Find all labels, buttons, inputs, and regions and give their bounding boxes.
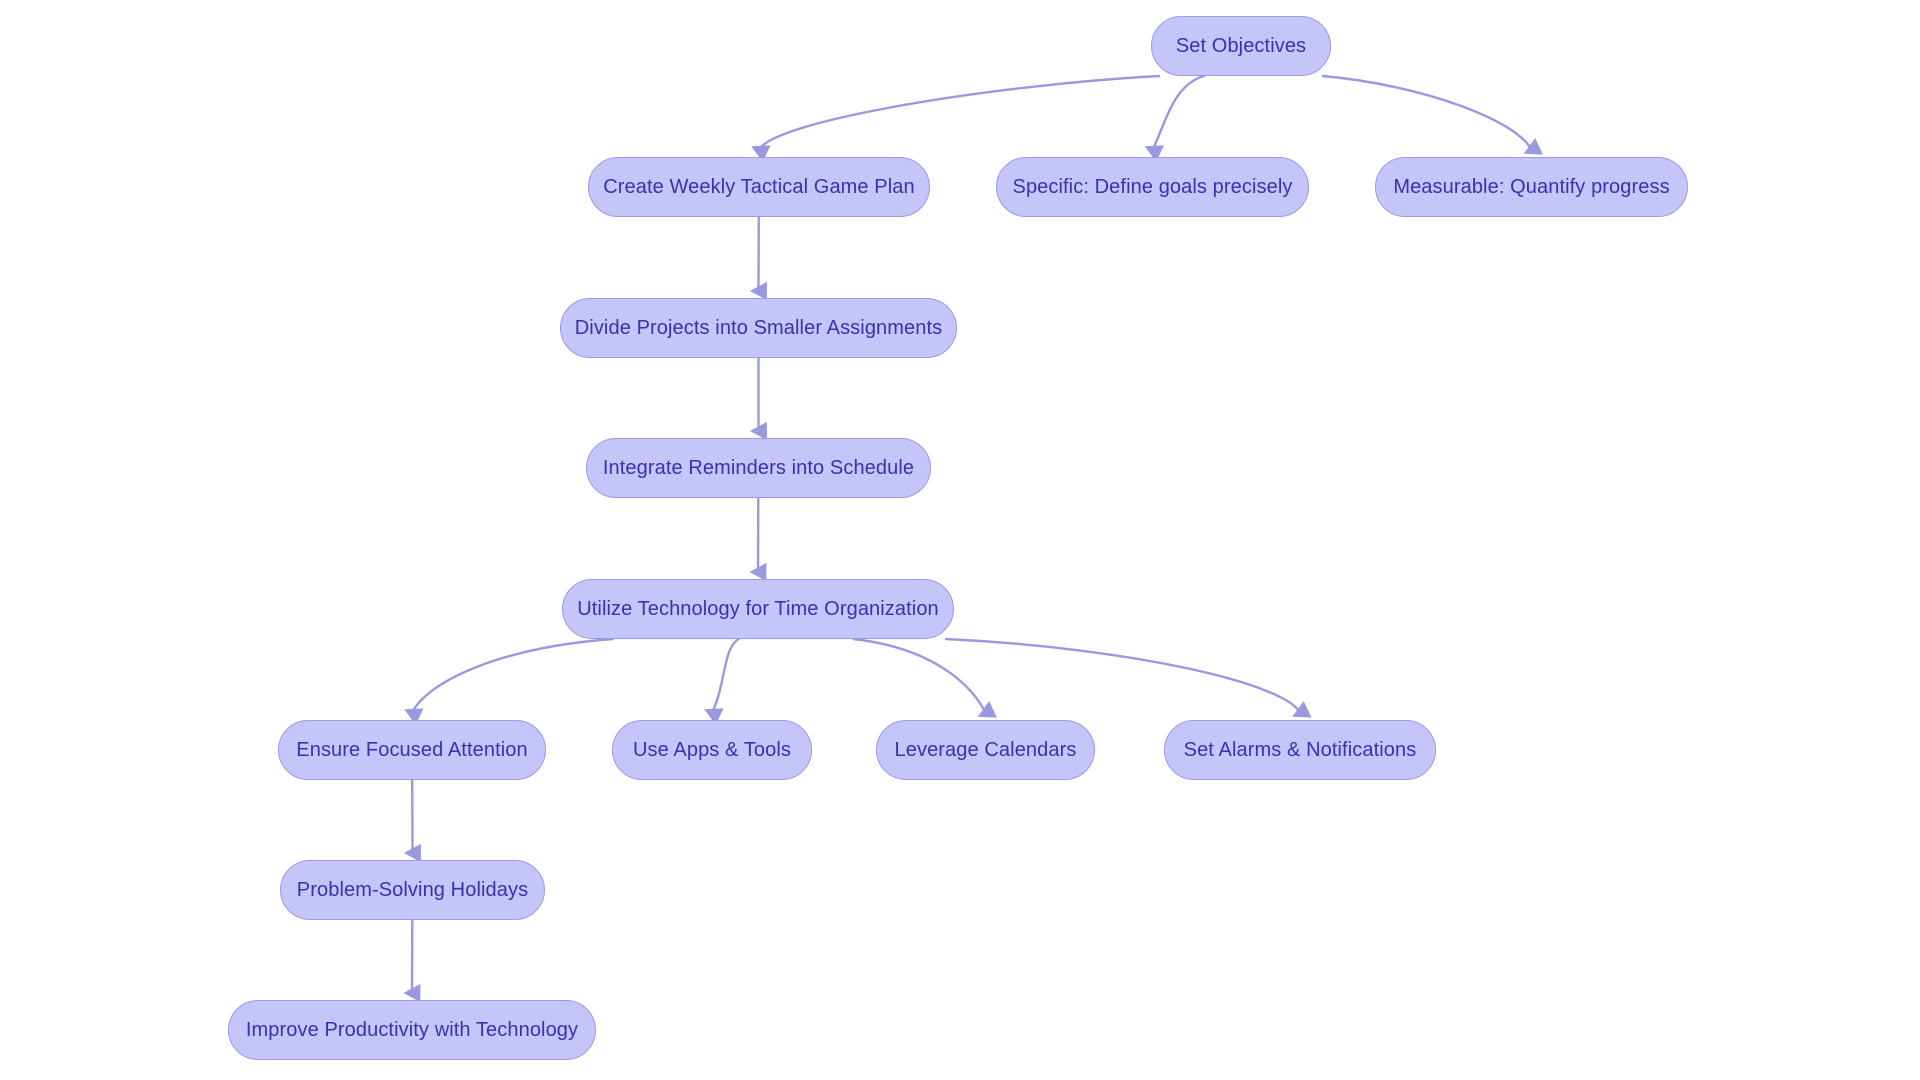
edge-set-objectives-to-measurable-quantify-progress [1321,74,1544,155]
node-label-improve-productivity-with-technology: Improve Productivity with Technology [245,1019,579,1041]
node-leverage-calendars[interactable]: Leverage Calendars [876,720,1095,780]
node-label-specific-define-goals-precisely: Specific: Define goals precisely [1012,176,1293,198]
node-label-set-alarms-and-notifications: Set Alarms & Notifications [1183,739,1417,761]
node-measurable-quantify-progress[interactable]: Measurable: Quantify progress [1375,157,1688,217]
node-create-weekly-tactical-game-plan[interactable]: Create Weekly Tactical Game Plan [588,157,930,217]
node-label-set-objectives: Set Objectives [1175,35,1307,57]
node-ensure-focused-attention[interactable]: Ensure Focused Attention [278,720,546,780]
node-integrate-reminders-into-schedule[interactable]: Integrate Reminders into Schedule [586,438,931,498]
node-label-integrate-reminders-into-schedule: Integrate Reminders into Schedule [602,457,915,479]
node-label-problem-solving-holidays: Problem-Solving Holidays [296,879,529,901]
node-use-apps-and-tools[interactable]: Use Apps & Tools [612,720,812,780]
node-specific-define-goals-precisely[interactable]: Specific: Define goals precisely [996,157,1309,217]
edge-utilize-technology-for-time-organization-to-leverage-calendars [852,637,997,718]
node-label-use-apps-and-tools: Use Apps & Tools [633,739,791,761]
node-set-objectives[interactable]: Set Objectives [1151,16,1331,76]
node-label-utilize-technology-for-time-organization: Utilize Technology for Time Organization [577,598,939,620]
node-label-ensure-focused-attention: Ensure Focused Attention [296,739,528,761]
edge-utilize-technology-for-time-organization-to-set-alarms-and-notifications [944,637,1312,718]
node-divide-projects-into-smaller-assignments[interactable]: Divide Projects into Smaller Assignments [560,298,957,358]
node-label-measurable-quantify-progress: Measurable: Quantify progress [1393,176,1670,198]
node-label-divide-projects-into-smaller-assignments: Divide Projects into Smaller Assignments [574,317,943,339]
node-improve-productivity-with-technology[interactable]: Improve Productivity with Technology [228,1000,596,1060]
flowchart-canvas: Set Objectives Create Weekly Tactical Gam… [0,0,1920,1080]
node-utilize-technology-for-time-organization[interactable]: Utilize Technology for Time Organization [562,579,954,639]
node-label-leverage-calendars: Leverage Calendars [894,739,1077,761]
edge-utilize-technology-for-time-organization-to-ensure-focused-attention [404,637,614,725]
edge-utilize-technology-for-time-organization-to-use-apps-and-tools [704,637,740,725]
node-label-create-weekly-tactical-game-plan: Create Weekly Tactical Game Plan [603,176,915,198]
node-problem-solving-holidays[interactable]: Problem-Solving Holidays [280,860,545,920]
edge-set-objectives-to-create-weekly-tactical-game-plan [751,74,1161,162]
node-set-alarms-and-notifications[interactable]: Set Alarms & Notifications [1164,720,1436,780]
edge-set-objectives-to-specific-define-goals-precisely [1144,74,1206,162]
